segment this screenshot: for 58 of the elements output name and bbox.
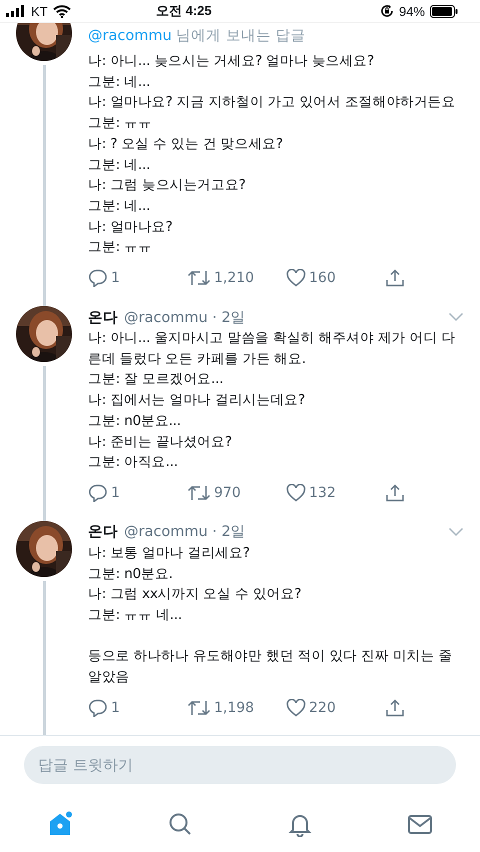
user-name: 온다 [88,308,118,327]
battery-percent: 94% [398,4,425,18]
tweet-text: 그분: 네... [88,156,152,175]
battery-icon [430,4,458,18]
tweet-text: 그분: n0분요. [88,564,174,584]
tweet-text: 나: 집에서는 얼마나 걸리시는데요? [88,391,306,410]
reply-count: 1 [111,700,120,716]
tweet-text: 그분: 아직요... [88,453,179,472]
heart-icon[interactable] [286,269,306,288]
wifi-icon [52,4,71,18]
retweet-icon[interactable] [187,698,211,717]
tweet-text: 나: 그럼 늦으시는거고요? [88,176,247,196]
tweet-text: 그분: ㅠㅠ [88,238,153,258]
tweet-text: 나: 아니... 늦으시는 거세요? 얼마나 늦으세요? [88,52,375,71]
tweet-text: 그분: ㅠㅠ 네... [88,606,183,626]
rotation-lock-icon [380,4,394,18]
speech-bubble-icon[interactable] [88,269,108,288]
mention-link[interactable]: @racommu [88,28,172,44]
tweet-text: 등으로 하나하나 유도해야만 했던 적이 있다 진짜 미치는 줄 알았음 [88,647,454,688]
user-handle: @racommu · 2일 [124,308,247,327]
like-count: 220 [309,700,336,716]
user-name: 온다 [88,523,118,542]
tweet-text: 그분: 잘 모르겠어요... [88,370,224,390]
tweet-text: 나: ? 오실 수 있는 건 맞으세요? [88,134,284,154]
retweet-icon[interactable] [187,484,211,502]
home-icon[interactable] [47,811,73,837]
like-count: 132 [309,484,336,501]
share-icon[interactable] [385,698,405,717]
heart-icon[interactable] [286,698,306,717]
signal-icon [6,5,26,17]
reply-count: 1 [111,484,120,501]
tweet-text: 그분: n0분요... [88,412,182,431]
reply-to-label: 님에게 보내는 답글 [175,28,306,44]
retweet-count: 1,210 [214,270,254,286]
tweet-text: 그분: 네... [88,72,152,92]
reply-count: 1 [111,270,120,286]
retweet-count: 970 [214,484,241,501]
share-icon[interactable] [385,484,405,502]
tweet-text: 나: 그럼 xx시까지 오실 수 있어요? [88,585,302,604]
heart-icon[interactable] [286,484,306,502]
tweet-text: 나: 보통 얼마나 걸리세요? [88,544,251,563]
share-icon[interactable] [385,269,405,288]
retweet-count: 1,198 [214,700,254,716]
user-handle: @racommu · 2일 [124,523,247,542]
tweet-text: 나: 얼마나요? [88,218,174,237]
tweet-text: 그분: ㅠㅠ [88,114,153,134]
speech-bubble-icon[interactable] [88,698,108,717]
tweet-text: 그분: 네... [88,196,152,216]
tweet-text: 나: 아니... 울지마시고 말씀을 확실히 해주셔야 제가 어디 다른데 들렀다 오든 카페를 가든 해요. [88,329,456,369]
retweet-icon[interactable] [187,269,211,288]
tweet-text: 나: 얼마나요? 지금 지하철이 가고 있어서 조절해야하거든요 [88,93,456,112]
tweet-text: 나: 준비는 끝나셨어요? [88,432,233,452]
carrier-name: KT [31,4,48,18]
like-count: 160 [309,270,336,286]
speech-bubble-icon[interactable] [88,484,108,502]
reply-field[interactable]: 답글 트윗하기 [24,746,456,784]
status-time: 오전 4:25 [156,2,212,20]
search-icon[interactable] [167,811,193,837]
